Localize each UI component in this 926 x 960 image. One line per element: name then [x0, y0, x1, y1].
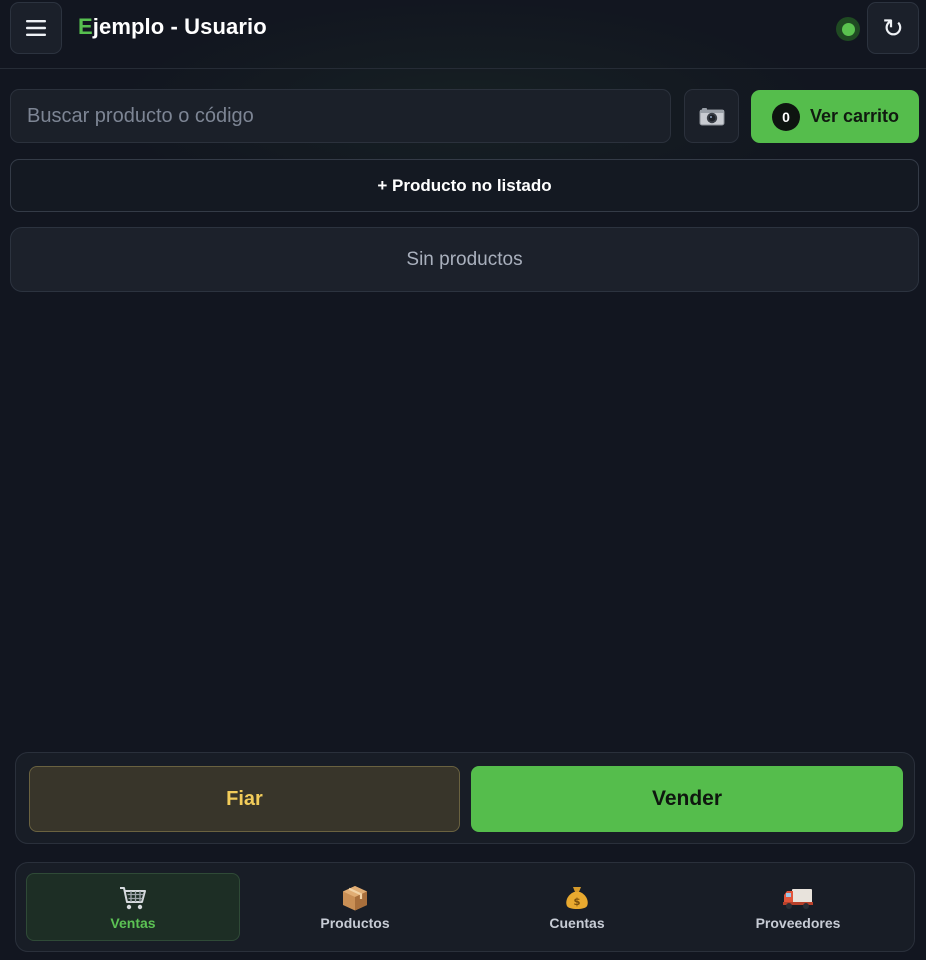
vender-label: Vender: [651, 787, 723, 810]
nav-item-cuentas[interactable]: $ Cuentas: [470, 873, 684, 941]
refresh-icon: ↻: [882, 12, 904, 43]
nav-label-proveedores: Proveedores: [755, 914, 841, 931]
nav-item-productos[interactable]: Productos: [248, 873, 462, 941]
camera-button[interactable]: [684, 89, 739, 143]
money-bag-icon: $: [564, 884, 590, 912]
connection-status-indicator: [836, 17, 860, 41]
add-unlisted-product-button[interactable]: + Producto no listado: [10, 159, 919, 212]
fiar-button[interactable]: Fiar: [29, 766, 460, 832]
cart-count-badge: 0: [772, 102, 800, 131]
shopping-cart-icon: [118, 884, 148, 912]
hamburger-menu-icon: [26, 20, 46, 36]
nav-label-cuentas: Cuentas: [549, 914, 605, 931]
bottom-navigation: Ventas Productos $ Cuentas Proveedores: [15, 862, 915, 952]
app-title: Ejemplo - Usuario: [78, 14, 267, 40]
camera-icon: [699, 108, 724, 126]
menu-button[interactable]: [10, 2, 62, 54]
svg-text:$: $: [574, 897, 581, 908]
app-title-initial: E: [78, 14, 93, 39]
view-cart-label: Ver carrito: [810, 106, 900, 126]
nav-label-ventas: Ventas: [110, 914, 156, 931]
add-unlisted-product-label: + Producto no listado: [377, 175, 552, 195]
view-cart-button[interactable]: 0 Ver carrito: [751, 90, 919, 143]
package-icon: [341, 884, 369, 912]
vender-button[interactable]: Vender: [471, 766, 903, 832]
product-list-empty-state: Sin productos: [10, 227, 919, 292]
refresh-button[interactable]: ↻: [867, 2, 919, 54]
fiar-label: Fiar: [226, 787, 263, 810]
nav-label-productos: Productos: [320, 914, 390, 931]
delivery-truck-icon: [782, 884, 814, 912]
nav-item-ventas[interactable]: Ventas: [26, 873, 240, 941]
app-page: Ejemplo - Usuario ↻ 0 Ver carrito + Prod…: [0, 0, 926, 960]
search-input[interactable]: [10, 89, 671, 143]
empty-state-text: Sin productos: [406, 248, 523, 270]
app-title-text: jemplo - Usuario: [92, 14, 267, 39]
sale-action-bar: Fiar Vender: [15, 752, 915, 844]
nav-item-proveedores[interactable]: Proveedores: [691, 873, 905, 941]
top-header: Ejemplo - Usuario ↻: [0, 0, 926, 69]
